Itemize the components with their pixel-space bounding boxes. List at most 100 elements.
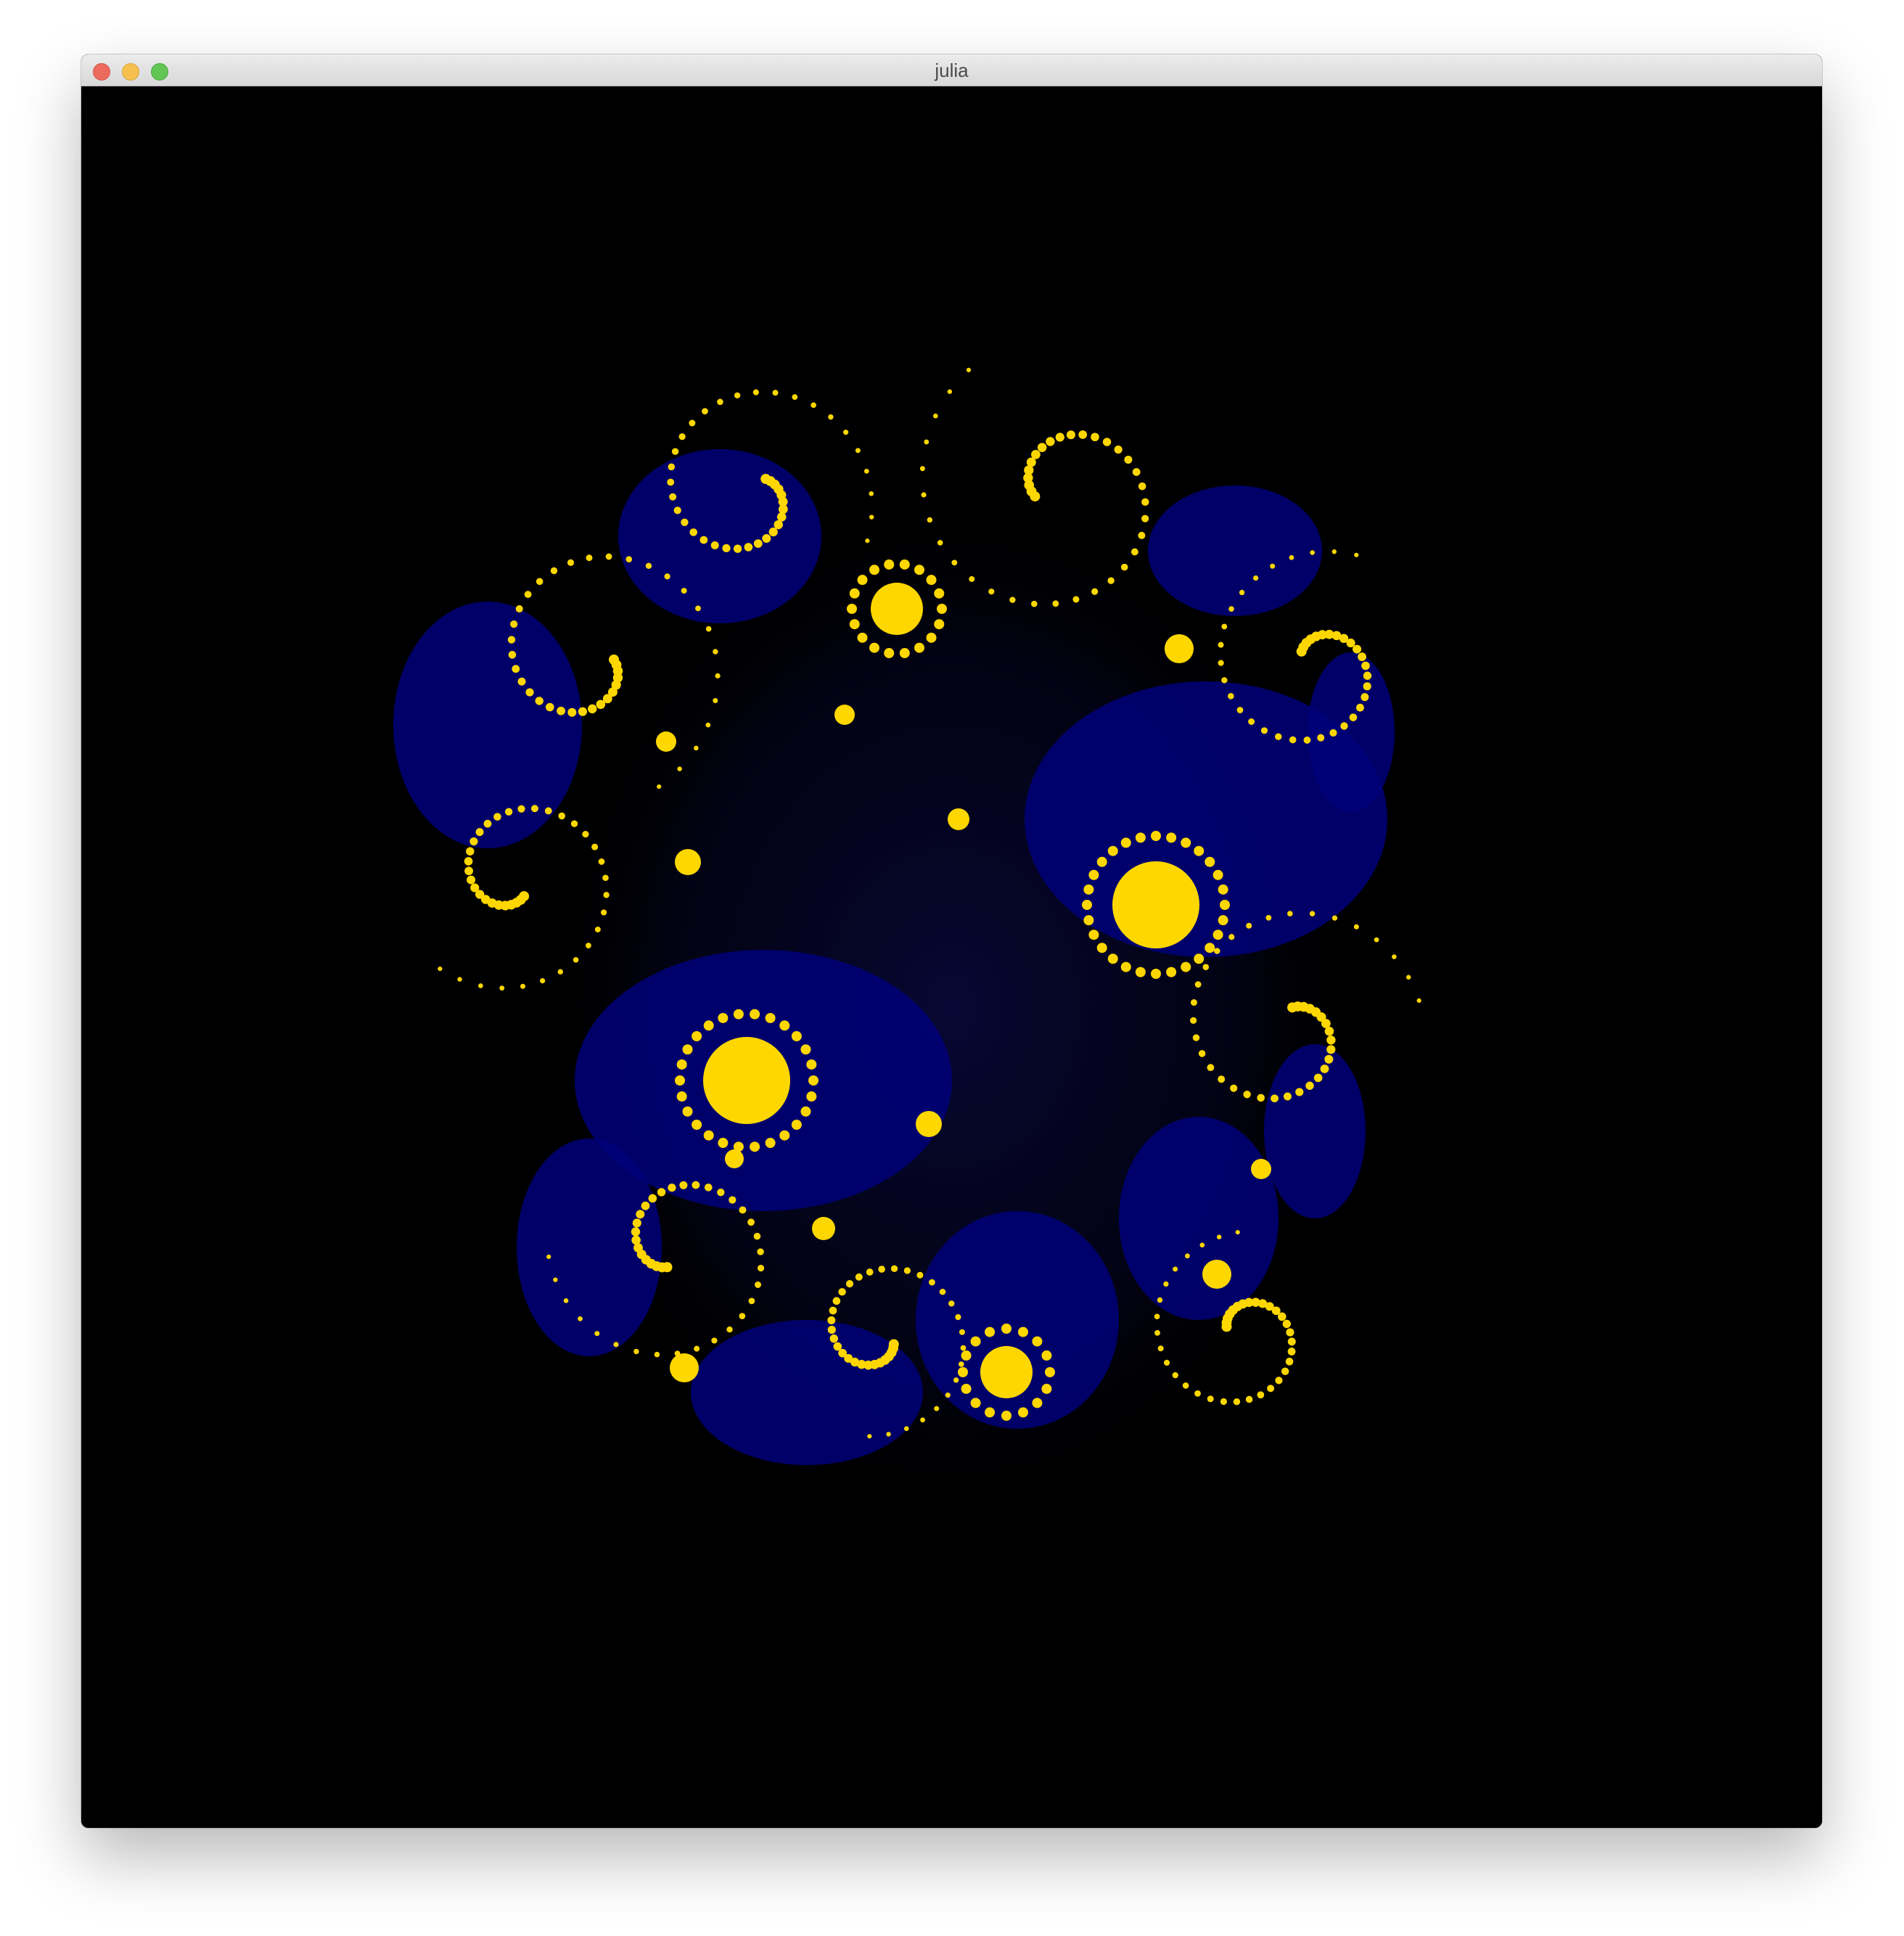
spiral-dot — [988, 588, 995, 595]
spiral-dot — [1353, 644, 1362, 654]
spiral-dot — [1216, 1234, 1222, 1239]
spiral-dot — [1281, 1367, 1289, 1376]
spiral-dot — [1354, 552, 1359, 557]
spiral-dot — [558, 812, 566, 820]
basin-disc — [1202, 1260, 1231, 1289]
spiral-dot — [1091, 588, 1099, 595]
spiral-dot — [678, 433, 686, 440]
spiral-dot — [1245, 1395, 1253, 1403]
spiral-dot — [1406, 975, 1411, 980]
spiral-dot — [939, 1288, 946, 1295]
spiral-dot — [832, 1297, 841, 1305]
spiral-dot — [1285, 1358, 1294, 1366]
basin-dot — [791, 1030, 802, 1041]
spiral-dot — [1361, 661, 1370, 670]
spiral-dot — [867, 1434, 872, 1439]
spiral-dot — [1331, 915, 1338, 921]
spiral-dot — [934, 1406, 940, 1411]
spiral-dot — [705, 625, 712, 632]
basin-dot — [676, 1091, 687, 1102]
basin-dot — [765, 1012, 776, 1023]
spiral-dot — [969, 576, 975, 583]
spiral-dot — [951, 559, 958, 566]
basin-dot — [1220, 900, 1230, 910]
spiral-dot — [681, 588, 687, 594]
basin-dot — [847, 604, 857, 614]
basin-dot — [970, 1398, 981, 1408]
spiral-dot — [603, 892, 610, 898]
spiral-dot — [1392, 954, 1397, 959]
fractal-lobe — [393, 602, 582, 848]
spiral-dot — [829, 1306, 837, 1315]
basin-dot — [1083, 884, 1094, 895]
spiral-dot — [631, 1227, 641, 1236]
spiral-dot — [636, 1210, 645, 1219]
title-bar[interactable]: julia — [81, 54, 1822, 86]
spiral-dot — [546, 702, 554, 712]
spiral-dot — [711, 1337, 718, 1344]
basin-disc — [948, 808, 969, 830]
spiral-dot — [1239, 589, 1245, 596]
basin-dot — [1166, 832, 1177, 843]
basin-dot — [733, 1141, 744, 1152]
spiral-dot — [507, 636, 516, 644]
spiral-dot — [704, 1184, 713, 1191]
spiral-dot — [520, 983, 526, 989]
spiral-dot — [927, 517, 933, 523]
spiral-dot — [1214, 948, 1220, 954]
spiral-dot — [1221, 623, 1228, 630]
basin-dot — [961, 1350, 972, 1361]
spiral-dot — [1331, 549, 1337, 554]
spiral-dot — [1253, 575, 1259, 581]
spiral-dot — [778, 504, 788, 514]
spiral-dot — [546, 1254, 551, 1260]
spiral-dot — [1185, 1253, 1190, 1259]
julia-set-canvas[interactable] — [81, 86, 1822, 1828]
spiral-dot — [1228, 934, 1235, 940]
spiral-dot — [1141, 498, 1149, 506]
spiral-dot — [829, 1334, 838, 1343]
basin-dot — [1017, 1407, 1028, 1418]
spiral-dot — [1277, 1312, 1287, 1321]
spiral-dot — [1283, 1092, 1292, 1101]
spiral-dot — [1260, 727, 1268, 734]
spiral-dot — [1326, 1035, 1336, 1045]
basin-dot — [1107, 845, 1118, 856]
basin-dot — [791, 1120, 802, 1131]
spiral-dot — [713, 697, 718, 703]
spiral-dot — [567, 707, 577, 717]
spiral-dot — [1309, 911, 1316, 916]
spiral-dot — [1275, 1377, 1283, 1385]
spiral-dot — [1130, 548, 1138, 556]
spiral-dot — [1037, 443, 1047, 452]
spiral-dot — [694, 745, 699, 751]
spiral-dot — [705, 722, 711, 728]
spiral-dot — [499, 985, 505, 991]
spiral-dot — [1270, 563, 1276, 569]
basin-dot — [1212, 930, 1223, 940]
basin-dot — [1032, 1398, 1043, 1408]
spiral-dot — [710, 541, 719, 549]
spiral-dot — [673, 506, 681, 514]
app-window: julia — [81, 54, 1822, 1828]
spiral-dot — [827, 1316, 836, 1325]
basin-dot — [1135, 832, 1146, 843]
spiral-dot — [464, 866, 473, 876]
basin-dot — [958, 1367, 968, 1377]
spiral-dot — [631, 1235, 641, 1245]
spiral-dot — [563, 1298, 569, 1303]
basin-disc — [1165, 634, 1194, 663]
spiral-dot — [669, 493, 677, 501]
basin-dot — [1088, 869, 1099, 880]
basin-dot — [884, 559, 895, 570]
spiral-dot — [748, 1297, 755, 1305]
basin-dot — [961, 1383, 972, 1394]
spiral-dot — [1066, 430, 1075, 440]
basin-dot — [718, 1012, 729, 1023]
basin-dot — [1151, 969, 1161, 979]
spiral-dot — [855, 1273, 863, 1281]
spiral-dot — [747, 1218, 755, 1226]
spiral-dot — [674, 1350, 681, 1357]
spiral-dot — [833, 1342, 842, 1351]
basin-dot — [1088, 930, 1099, 940]
